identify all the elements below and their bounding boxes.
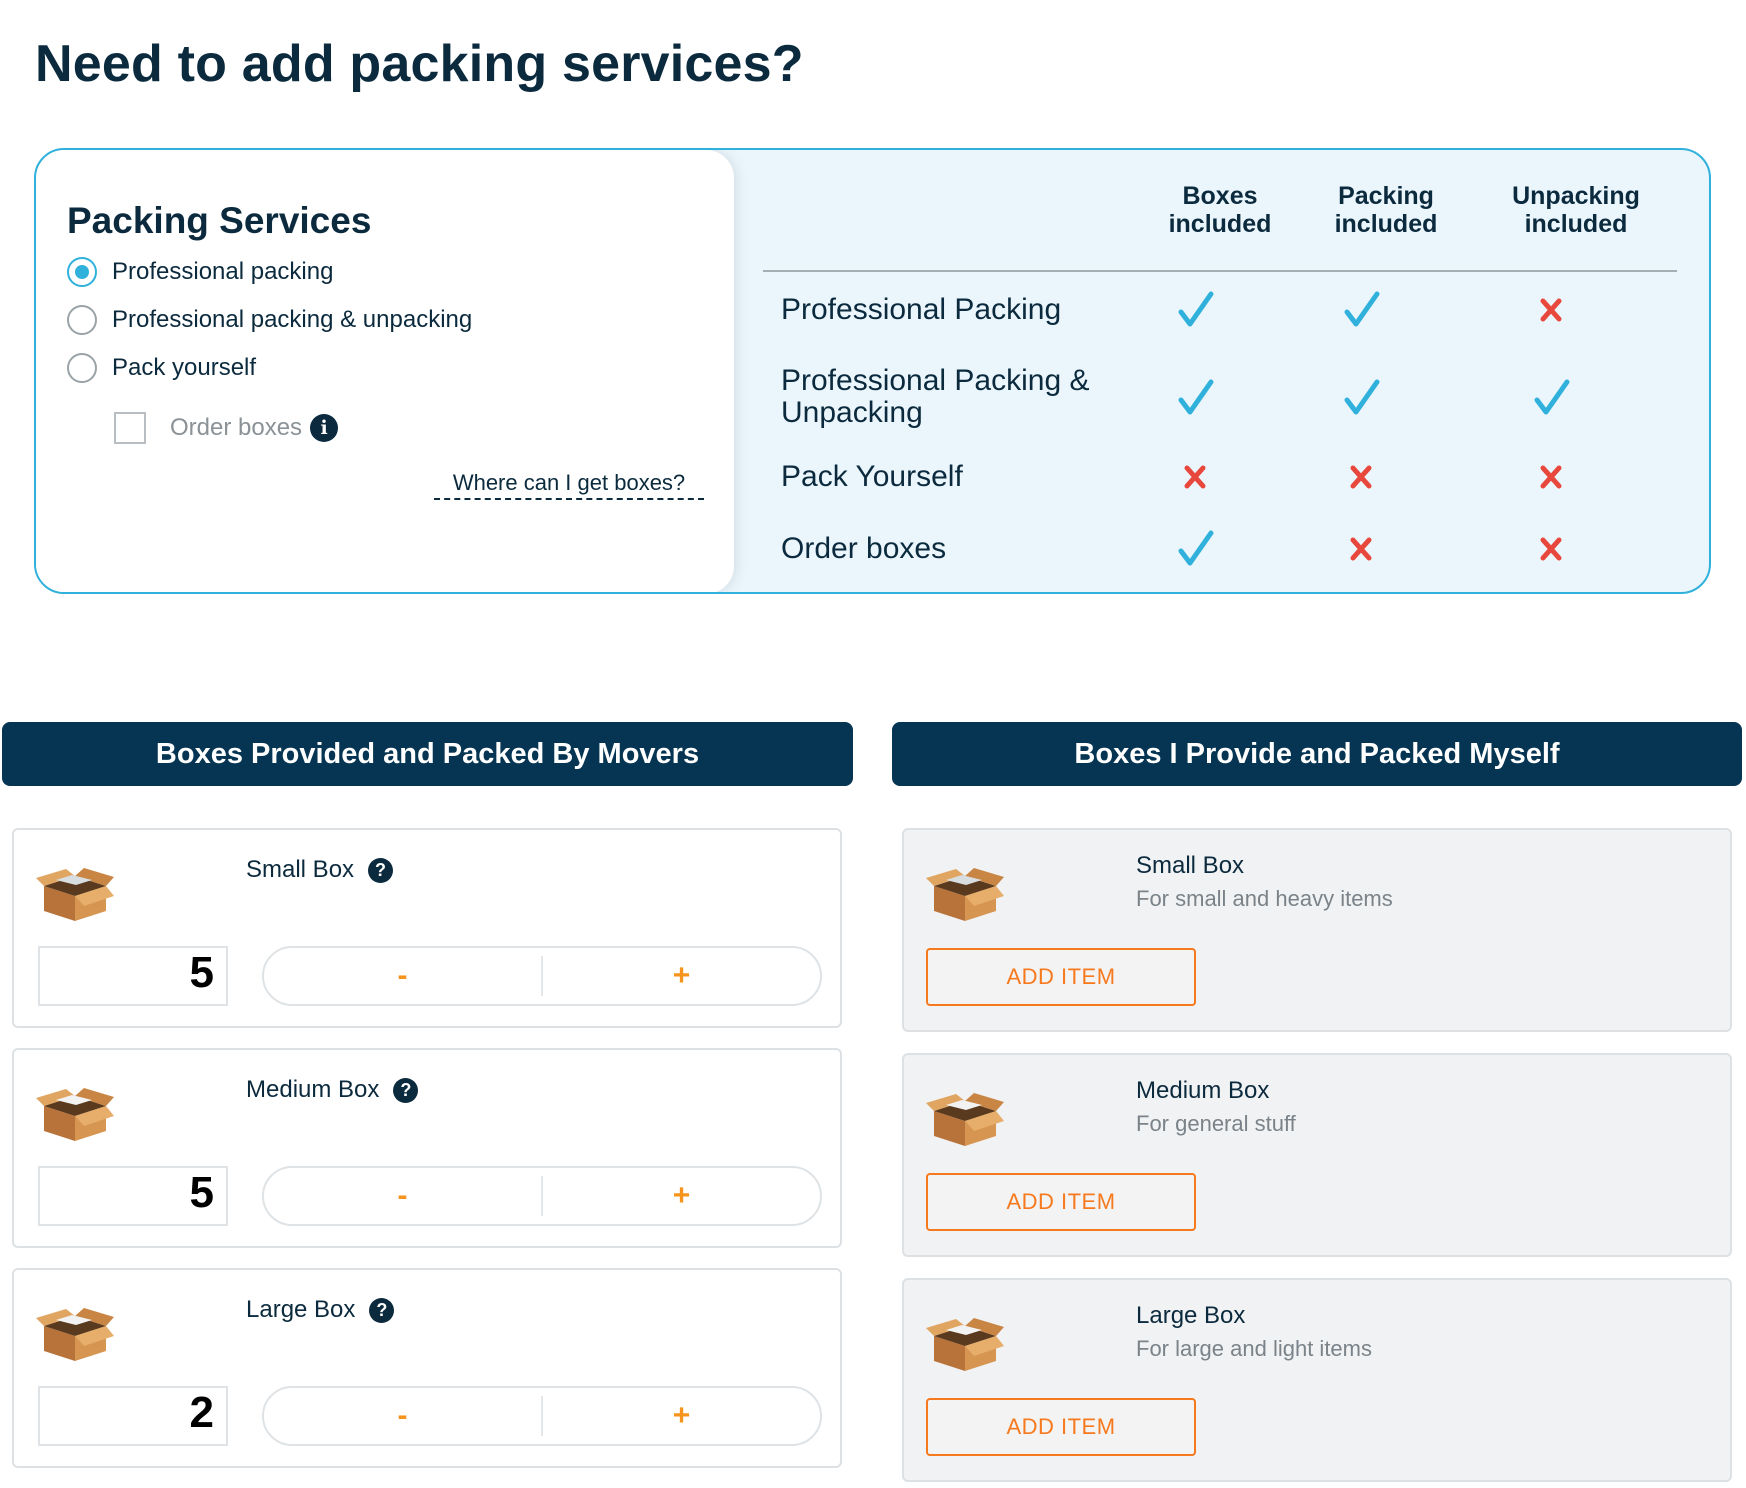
add-item-button[interactable]: ADD ITEM [926,948,1196,1006]
packing-options-card: Packing Services Professional packing Pr… [36,150,734,592]
movers-large-box-card: Large Box? 2 - + [12,1268,842,1468]
box-icon [926,866,1004,927]
radio-button[interactable] [67,305,97,335]
packing-services-title: Packing Services [67,200,372,241]
movers-section-header: Boxes Provided and Packed By Movers [2,722,853,786]
box-name: Large Box [246,1296,356,1323]
self-section-header: Boxes I Provide and Packed Myself [892,722,1742,786]
column-header-packing: Packing included [1334,182,1438,238]
check-icon [1526,373,1576,423]
increment-button[interactable]: + [543,1388,820,1444]
box-name: Medium Box [246,1076,380,1103]
box-name: Medium Box [1136,1077,1270,1104]
movers-small-box-card: Small Box? 5 - + [12,828,842,1028]
row-label-professional-packing: Professional Packing [781,293,1062,326]
help-icon[interactable]: ? [368,857,394,883]
box-name: Large Box [1136,1302,1246,1329]
page-title: Need to add packing services? [35,35,804,93]
quantity-input[interactable]: 5 [38,946,228,1006]
option-label: Professional packing [112,258,334,285]
movers-medium-box-card: Medium Box? 5 - + [12,1048,842,1248]
increment-button[interactable]: + [543,948,820,1004]
self-large-box-card: Large Box For large and light items ADD … [902,1278,1732,1482]
order-boxes-row[interactable]: Order boxes i [114,412,339,444]
radio-button[interactable] [67,353,97,383]
order-boxes-checkbox[interactable] [114,412,146,444]
cross-icon [1336,452,1386,502]
help-icon[interactable]: ? [369,1297,395,1323]
box-icon [926,1091,1004,1152]
option-professional-packing[interactable]: Professional packing [67,257,333,287]
check-icon [1170,373,1220,423]
box-name-row: Small Box? [246,856,394,884]
table-divider [763,270,1677,272]
info-icon[interactable]: i [310,414,339,442]
check-icon [1170,285,1220,335]
box-icon [36,866,114,927]
self-small-box-card: Small Box For small and heavy items ADD … [902,828,1732,1032]
option-pack-yourself[interactable]: Pack yourself [67,353,256,383]
box-description: For general stuff [1136,1111,1296,1136]
option-professional-packing-unpacking[interactable]: Professional packing & unpacking [67,305,472,335]
packing-services-panel: Packing Services Professional packing Pr… [34,148,1711,594]
cross-icon [1526,285,1576,335]
box-icon [36,1086,114,1147]
box-icon [926,1316,1004,1377]
cross-icon [1336,524,1386,574]
add-item-button[interactable]: ADD ITEM [926,1173,1196,1231]
quantity-stepper: - + [262,946,822,1006]
row-label-pack-yourself: Pack Yourself [781,460,963,493]
box-name: Small Box [1136,852,1245,879]
help-icon[interactable]: ? [393,1077,419,1103]
cross-icon [1526,524,1576,574]
quantity-stepper: - + [262,1166,822,1226]
box-description: For large and light items [1136,1336,1372,1361]
where-get-boxes-link[interactable]: Where can I get boxes? [434,470,704,500]
box-name-row: Large Box? [246,1296,395,1324]
quantity-input[interactable]: 5 [38,1166,228,1226]
box-name-row: Medium Box? [246,1076,419,1104]
cross-icon [1170,452,1220,502]
check-icon [1336,285,1386,335]
row-label-order-boxes: Order boxes [781,532,947,565]
cross-icon [1526,452,1576,502]
quantity-input[interactable]: 2 [38,1386,228,1446]
radio-button-selected[interactable] [67,257,97,287]
row-label-professional-packing-unpacking: Professional Packing & Unpacking [781,364,1090,429]
column-header-unpacking: Unpacking included [1512,182,1640,238]
check-icon [1170,524,1220,574]
box-icon [36,1306,114,1367]
box-description: For small and heavy items [1136,886,1393,911]
check-icon [1336,373,1386,423]
decrement-button[interactable]: - [264,1388,541,1444]
quantity-stepper: - + [262,1386,822,1446]
option-label: Pack yourself [112,354,257,381]
column-header-boxes: Boxes included [1168,182,1272,238]
box-name: Small Box [246,856,355,883]
self-medium-box-card: Medium Box For general stuff ADD ITEM [902,1053,1732,1257]
option-label: Professional packing & unpacking [112,306,473,333]
increment-button[interactable]: + [543,1168,820,1224]
decrement-button[interactable]: - [264,1168,541,1224]
decrement-button[interactable]: - [264,948,541,1004]
add-item-button[interactable]: ADD ITEM [926,1398,1196,1456]
order-boxes-label: Order boxes [170,414,303,441]
